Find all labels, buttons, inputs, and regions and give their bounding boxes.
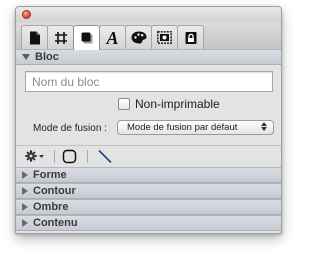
rounded-square-icon	[62, 149, 76, 163]
blend-mode-select[interactable]: Mode de fusion par défaut	[117, 120, 274, 135]
diagonal-line-icon	[98, 149, 112, 163]
disclosure-closed-icon	[22, 187, 28, 195]
tab-image[interactable]	[151, 25, 178, 49]
disclosure-open-icon	[22, 54, 30, 60]
document-icon	[29, 31, 40, 44]
tab-lock[interactable]	[177, 25, 204, 49]
section-ombre-title: Ombre	[33, 201, 69, 213]
line-tool[interactable]	[95, 148, 115, 164]
tab-style[interactable]	[73, 25, 100, 50]
style-toolbar	[16, 146, 281, 167]
section-forme-title: Forme	[33, 169, 67, 181]
lock-icon	[185, 31, 196, 44]
palette-icon	[131, 31, 146, 44]
inspector-window: A Bloc Nom du bloc Non-imprimable Mode d…	[15, 6, 282, 234]
block-name-input[interactable]	[25, 71, 273, 92]
image-frame-icon	[157, 31, 172, 44]
title-bar[interactable]	[16, 7, 281, 22]
select-arrows-icon	[261, 122, 267, 131]
non-printable-option[interactable]: Non-imprimable	[118, 97, 220, 111]
close-button[interactable]	[22, 10, 31, 19]
toolbar-separator	[54, 150, 55, 163]
section-ombre-header[interactable]: Ombre	[16, 199, 281, 215]
section-contenu-title: Contenu	[33, 217, 78, 229]
section-forme-header[interactable]: Forme	[16, 167, 281, 183]
section-bloc-title: Bloc	[35, 51, 59, 63]
inspector-tab-bar: A	[16, 22, 281, 50]
disclosure-closed-icon	[22, 219, 28, 227]
section-bloc-header[interactable]: Bloc	[16, 49, 281, 65]
tab-colors[interactable]	[125, 25, 152, 49]
non-printable-checkbox[interactable]	[118, 98, 130, 110]
gear-menu-icon	[25, 150, 44, 162]
section-contour-title: Contour	[33, 185, 76, 197]
blend-mode-label: Mode de fusion :	[33, 123, 107, 134]
canvas-frame-icon	[54, 31, 67, 44]
rounded-rectangle-tool[interactable]	[60, 148, 78, 164]
section-contour-header[interactable]: Contour	[16, 183, 281, 199]
tab-canvas[interactable]	[47, 25, 74, 49]
section-contenu-header[interactable]: Contenu	[16, 215, 281, 231]
shape-style-icon	[81, 32, 92, 44]
non-printable-label: Non-imprimable	[135, 97, 220, 111]
tab-document[interactable]	[21, 25, 48, 49]
gear-menu-button[interactable]	[24, 148, 46, 164]
letter-a-icon: A	[106, 27, 119, 48]
toolbar-separator	[87, 150, 88, 163]
blend-mode-value: Mode de fusion par défaut	[127, 122, 238, 133]
tab-text[interactable]: A	[99, 25, 126, 49]
disclosure-closed-icon	[22, 203, 28, 211]
disclosure-closed-icon	[22, 171, 28, 179]
